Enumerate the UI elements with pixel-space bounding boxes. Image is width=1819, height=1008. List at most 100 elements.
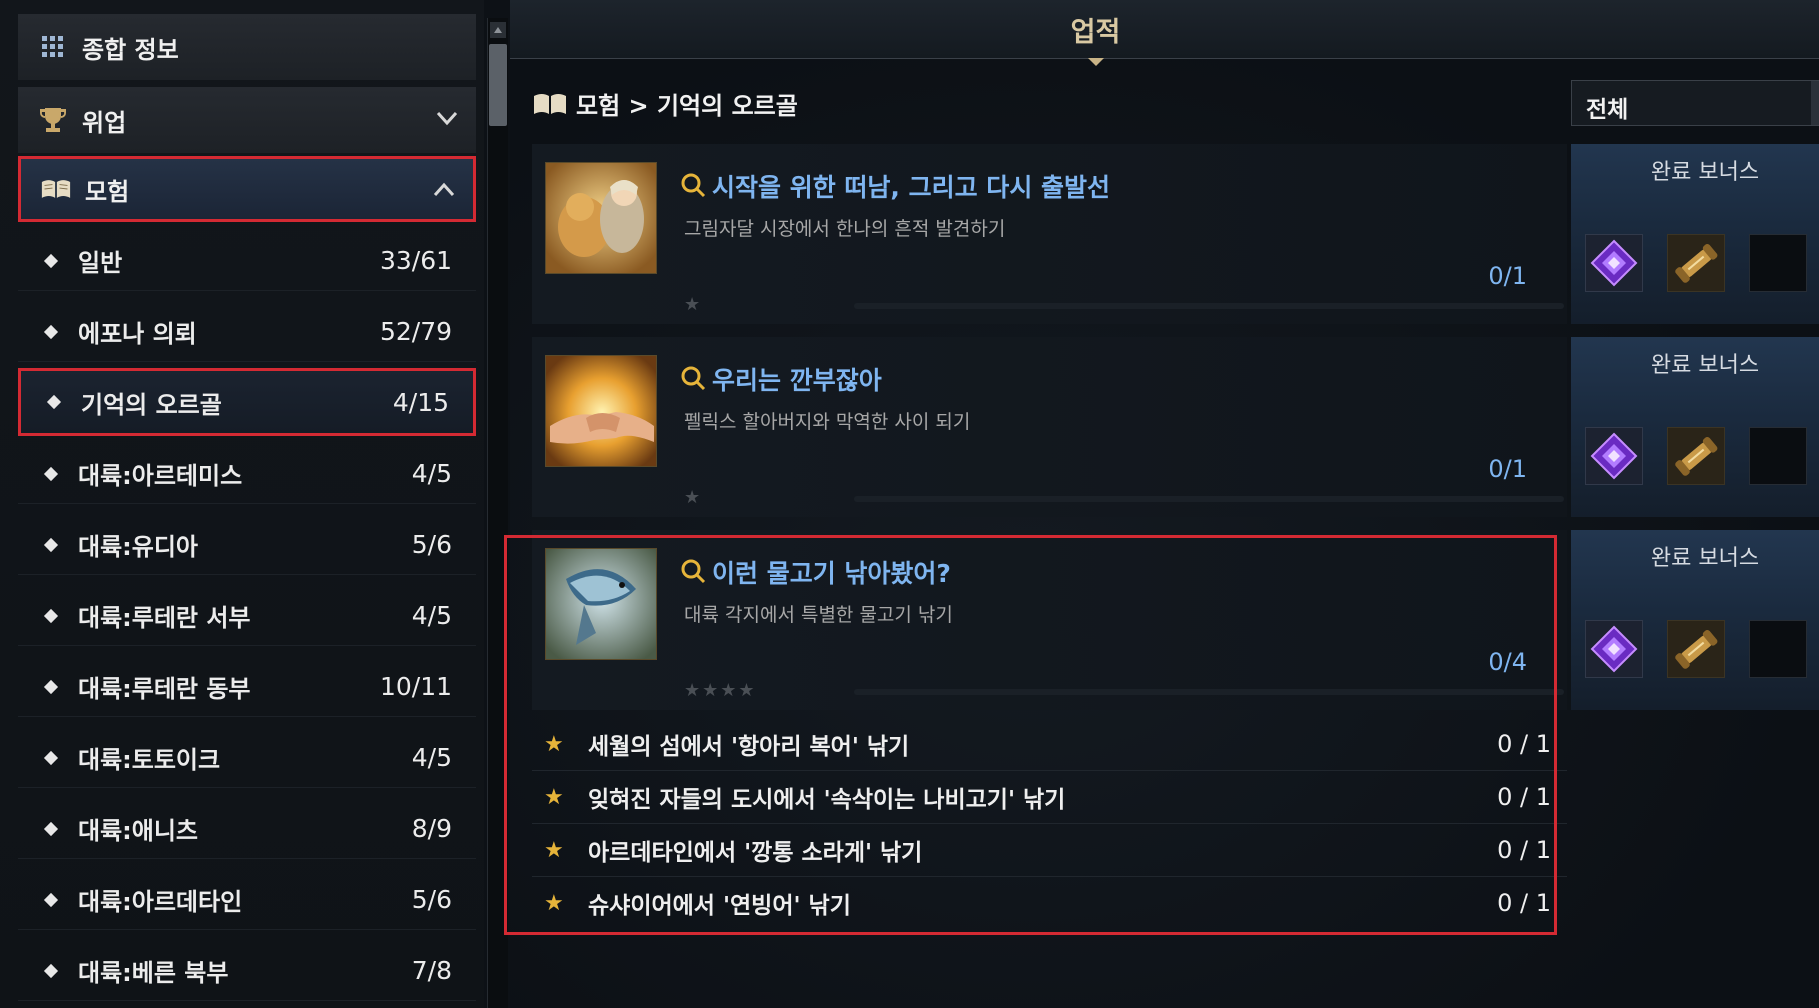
bullet-icon <box>43 537 59 552</box>
grid-icon <box>38 32 68 62</box>
subcategory-arthetine[interactable]: 대륙:아르데타인 5/6 <box>18 870 476 930</box>
subcategory-count: 52/79 <box>379 317 452 346</box>
bullet-icon <box>43 253 59 268</box>
achievement-progress: 0/1 <box>1488 262 1527 290</box>
achievement-card[interactable]: 이런 물고기 낚아봤어? 대륙 각지에서 특별한 물고기 낚기 0/4 ★★★★ <box>532 530 1567 710</box>
category-label: 종합 정보 <box>82 35 179 64</box>
title-bar: 업적 <box>510 0 1819 66</box>
page-title: 업적 <box>1070 17 1121 48</box>
bullet-icon <box>43 892 59 907</box>
requirement-row: ★ 잊혀진 자들의 도시에서 '속삭이는 나비고기' 낚기 0 / 1 <box>532 771 1567 824</box>
scrollbar-thumb[interactable] <box>489 44 507 126</box>
subcategory-epona-request[interactable]: 에포나 의뢰 52/79 <box>18 302 476 362</box>
subcategory-north-vern[interactable]: 대륙:베른 북부 7/8 <box>18 941 476 1001</box>
requirement-text: 아르데타인에서 '깡통 소라게' 낚기 <box>588 840 923 866</box>
achievement-thumbnail-fish <box>545 548 657 660</box>
star-icon: ★ <box>544 731 564 757</box>
search-icon[interactable] <box>680 365 706 391</box>
search-icon[interactable] <box>680 558 706 584</box>
star-icon: ★ <box>544 890 564 916</box>
requirement-text: 잊혀진 자들의 도시에서 '속삭이는 나비고기' 낚기 <box>588 787 1066 813</box>
empty-reward-slot <box>1749 427 1807 485</box>
bullet-icon <box>43 679 59 694</box>
category-general-info[interactable]: 종합 정보 <box>18 14 476 80</box>
filter-dropdown[interactable]: 전체 <box>1571 80 1819 126</box>
subcategory-label: 대륙:루테란 서부 <box>78 604 251 632</box>
requirement-text: 슈샤이어에서 '연빙어' 낚기 <box>588 893 851 919</box>
filter-selected-value: 전체 <box>1586 97 1629 123</box>
subcategory-general[interactable]: 일반 33/61 <box>18 231 476 291</box>
dropdown-toggle[interactable] <box>1811 81 1819 125</box>
requirement-row: ★ 세월의 섬에서 '항아리 복어' 낚기 0 / 1 <box>532 718 1567 771</box>
achievement-sidebar: 종합 정보 위업 모험 일반 33/61 에포나 의뢰 52/79 기억의 오르… <box>0 0 484 1008</box>
achievement-stars: ★ <box>684 487 703 508</box>
subcategory-count: 4/15 <box>392 387 449 417</box>
achievement-title: 이런 물고기 낚아봤어? <box>712 559 951 588</box>
chevron-down-icon <box>436 111 458 126</box>
subcategory-label: 대륙:아르데타인 <box>78 888 243 916</box>
requirement-row: ★ 슈샤이어에서 '연빙어' 낚기 0 / 1 <box>532 877 1567 929</box>
achievement-card[interactable]: 우리는 깐부잖아 펠릭스 할아버지와 막역한 사이 되기 0/1 ★ <box>532 337 1567 517</box>
bullet-icon <box>43 466 59 481</box>
bullet-icon <box>46 394 62 410</box>
achievement-thumbnail-dog-girl <box>545 162 657 274</box>
purple-gem-reward-icon[interactable] <box>1585 234 1643 292</box>
purple-gem-reward-icon[interactable] <box>1585 620 1643 678</box>
requirement-count: 0 / 1 <box>1497 730 1551 758</box>
subcategory-music-box-of-memory[interactable]: 기억의 오르골 4/15 <box>18 368 476 436</box>
search-icon[interactable] <box>680 172 706 198</box>
subcategory-label: 대륙:아르테미스 <box>78 462 243 490</box>
bonus-label: 완료 보너스 <box>1650 546 1760 571</box>
requirement-text: 세월의 섬에서 '항아리 복어' 낚기 <box>588 734 910 760</box>
open-book-icon <box>41 174 71 204</box>
subcategory-label: 기억의 오르골 <box>81 390 222 419</box>
star-icon: ★ <box>544 837 564 863</box>
subcategory-artemis[interactable]: 대륙:아르테미스 4/5 <box>18 444 476 504</box>
achievement-card[interactable]: 시작을 위한 떠남, 그리고 다시 출발선 그림자달 시장에서 한나의 흔적 발… <box>532 144 1567 324</box>
requirement-count: 0 / 1 <box>1497 836 1551 864</box>
subcategory-west-luterra[interactable]: 대륙:루테란 서부 4/5 <box>18 586 476 646</box>
subcategory-anikka[interactable]: 대륙:애니츠 8/9 <box>18 799 476 859</box>
achievement-title: 시작을 위한 떠남, 그리고 다시 출발선 <box>712 173 1111 202</box>
empty-reward-slot <box>1749 234 1807 292</box>
achievement-title: 우리는 깐부잖아 <box>712 366 882 395</box>
trophy-icon <box>38 105 68 135</box>
progress-bar <box>854 303 1564 309</box>
requirement-row: ★ 아르데타인에서 '깡통 소라게' 낚기 0 / 1 <box>532 824 1567 877</box>
bullet-icon <box>43 963 59 978</box>
subcategory-east-luterra[interactable]: 대륙:루테란 동부 10/11 <box>18 657 476 717</box>
scroll-reward-icon[interactable] <box>1667 234 1725 292</box>
subcategory-count: 8/9 <box>411 814 452 843</box>
subcategory-count: 7/8 <box>411 956 452 985</box>
empty-reward-slot <box>1749 620 1807 678</box>
achievement-thumbnail-handshake <box>545 355 657 467</box>
progress-bar <box>854 496 1564 502</box>
purple-gem-reward-icon[interactable] <box>1585 427 1643 485</box>
chevron-up-icon <box>433 182 455 197</box>
achievement-stars: ★★★★ <box>684 680 757 701</box>
category-feats[interactable]: 위업 <box>18 87 476 153</box>
subcategory-label: 에포나 의뢰 <box>78 320 197 348</box>
category-label: 위업 <box>82 108 127 137</box>
subcategory-count: 4/5 <box>411 743 452 772</box>
scroll-up-arrow-icon[interactable] <box>490 22 506 38</box>
category-label: 모험 <box>85 177 130 206</box>
title-ornament-icon <box>1088 58 1104 66</box>
bullet-icon <box>43 608 59 623</box>
subcategory-yudia[interactable]: 대륙:유디아 5/6 <box>18 515 476 575</box>
scroll-reward-icon[interactable] <box>1667 427 1725 485</box>
subcategory-count: 5/6 <box>411 885 452 914</box>
subcategory-tortoyk[interactable]: 대륙:토토이크 4/5 <box>18 728 476 788</box>
category-adventure[interactable]: 모험 <box>18 156 476 222</box>
scroll-reward-icon[interactable] <box>1667 620 1725 678</box>
achievement-stars: ★ <box>684 294 703 315</box>
completion-bonus-panel: 완료 보너스 <box>1571 530 1819 710</box>
bonus-label: 완료 보너스 <box>1650 353 1760 378</box>
bullet-icon <box>43 324 59 339</box>
achievement-description: 펠릭스 할아버지와 막역한 사이 되기 <box>684 411 971 433</box>
sidebar-scrollbar[interactable] <box>487 18 508 1008</box>
subcategory-label: 대륙:토토이크 <box>78 746 221 774</box>
requirement-count: 0 / 1 <box>1497 783 1551 811</box>
achievement-progress: 0/4 <box>1488 648 1527 676</box>
subcategory-label: 대륙:애니츠 <box>78 817 198 845</box>
